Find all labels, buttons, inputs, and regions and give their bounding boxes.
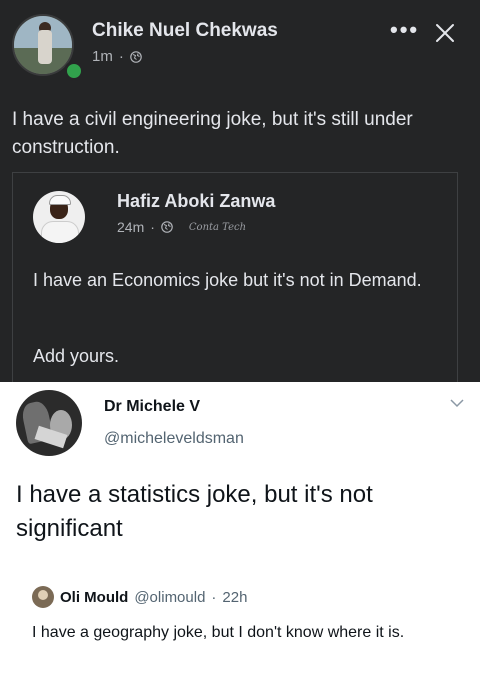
facebook-post: Chike Nuel Chekwas 1m · ••• I have a civ… xyxy=(0,0,480,382)
quoted-separator: · xyxy=(211,588,217,606)
shared-post-meta: 24m · Conta Tech xyxy=(117,219,246,235)
tweet-text: I have a statistics joke, but it's not s… xyxy=(16,481,373,542)
tweet-author-name[interactable]: Dr Michele V xyxy=(104,398,200,416)
more-options-icon[interactable]: ••• xyxy=(390,19,419,41)
add-yours-text: Add yours. xyxy=(33,346,120,366)
tweet: Dr Michele V @micheleveldsman I have a s… xyxy=(0,382,480,690)
quoted-time[interactable]: 22h xyxy=(222,589,247,606)
globe-icon xyxy=(130,50,142,63)
globe-icon xyxy=(161,221,173,233)
post-meta: 1m · xyxy=(92,48,142,65)
shared-author-name[interactable]: Hafiz Aboki Zanwa xyxy=(117,191,275,212)
tweet-author-avatar[interactable] xyxy=(16,390,82,456)
tweet-author-handle[interactable]: @micheleveldsman xyxy=(104,430,244,448)
online-status-dot xyxy=(64,61,84,81)
quoted-tweet-header[interactable]: Oli Mould @olimould · 22h xyxy=(32,586,247,608)
quoted-tweet-text: I have a geography joke, but I don't kno… xyxy=(32,624,405,641)
post-author-name[interactable]: Chike Nuel Chekwas xyxy=(92,20,278,42)
shared-author-avatar[interactable] xyxy=(33,191,85,243)
quoted-author-avatar[interactable] xyxy=(32,586,54,608)
close-icon[interactable] xyxy=(434,22,456,44)
post-text: I have a civil engineering joke, but it'… xyxy=(12,109,413,158)
shared-post-text: I have an Economics joke but it's not in… xyxy=(33,270,422,290)
quoted-author-name[interactable]: Oli Mould xyxy=(60,589,128,606)
quoted-author-handle[interactable]: @olimould xyxy=(134,589,205,606)
shared-post-time[interactable]: 24m xyxy=(117,219,144,235)
shared-post-card[interactable]: Hafiz Aboki Zanwa 24m · Conta Tech I hav… xyxy=(12,172,458,382)
meta-separator: · xyxy=(150,219,155,235)
meta-separator: · xyxy=(118,48,124,65)
watermark: Conta Tech xyxy=(188,221,247,233)
chevron-down-icon[interactable] xyxy=(450,398,464,408)
post-time[interactable]: 1m xyxy=(92,48,113,65)
